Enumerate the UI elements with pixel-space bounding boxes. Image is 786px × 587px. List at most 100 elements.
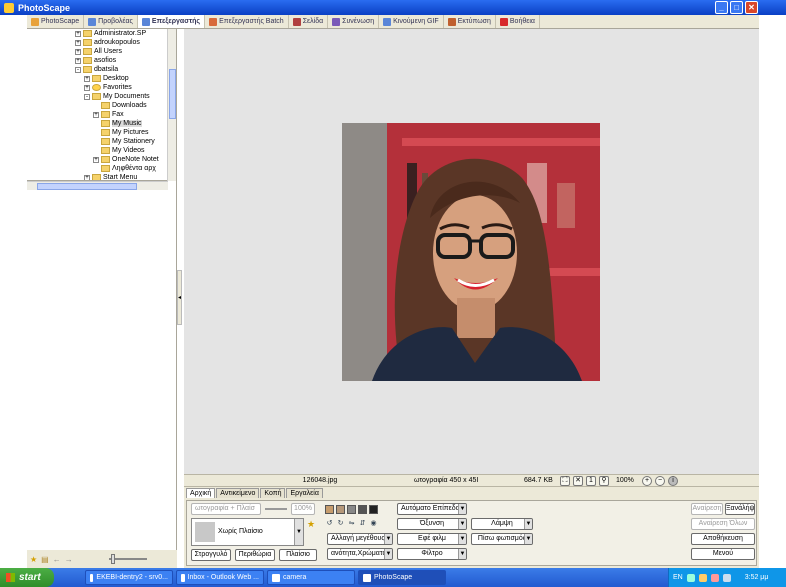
filter-dropdown[interactable]: Φίλτρο ▼ (397, 548, 467, 560)
red-eye-icon[interactable]: ◉ (369, 519, 378, 528)
antivirus-icon[interactable] (710, 573, 719, 582)
expand-icon[interactable]: + (93, 156, 99, 163)
swatch-gray-icon[interactable] (347, 505, 356, 514)
tab-photoscape[interactable]: PhotoScape (27, 15, 85, 28)
actual-size-icon[interactable]: 1 (586, 476, 596, 486)
language-indicator[interactable]: EN (673, 574, 683, 581)
tab-batch[interactable]: Επεξεργαστής Batch (205, 15, 289, 28)
tab-print[interactable]: Εκτύπωση (444, 15, 496, 28)
frame-selector[interactable]: Χωρίς Πλαίσιο ▼ (191, 518, 304, 546)
bloom-dropdown[interactable]: Λάμψη ▼ (471, 518, 533, 530)
undo-button[interactable]: Αναίρεση (691, 503, 723, 515)
auto-level-dropdown[interactable]: Αυτόματο Επίπεδο ▼ (397, 503, 467, 515)
security-icon[interactable] (698, 573, 707, 582)
taskbar-button[interactable]: Inbox - Outlook Web ... (176, 570, 264, 585)
forward-icon[interactable]: → (65, 555, 73, 564)
tree-item[interactable]: My Videos (27, 146, 177, 155)
backlight-dropdown[interactable]: Πίσω φωτισμός ▼ (471, 533, 533, 545)
tree-item[interactable]: + Favorites (27, 83, 177, 92)
swatch-brown-icon[interactable] (325, 505, 334, 514)
tree-item[interactable]: + All Users (27, 47, 177, 56)
frame-percent[interactable]: 100% (291, 503, 315, 515)
tab-editor[interactable]: Επεξεργαστής (137, 15, 206, 28)
brightness-color-dropdown[interactable]: ανότητα,Χρώματα ▼ (327, 548, 393, 560)
tab-viewer[interactable]: Προβολέας (84, 15, 138, 28)
tree-item[interactable]: + Administrator.SP (27, 29, 177, 38)
margin-button[interactable]: Περιθώρια (235, 549, 275, 561)
expand-icon[interactable]: ✕ (573, 476, 583, 486)
sharpen-dropdown[interactable]: Όξυνση ▼ (397, 518, 467, 530)
taskbar-button[interactable]: camera (267, 570, 355, 585)
network-icon[interactable] (686, 573, 695, 582)
save-button[interactable]: Αποθήκευση (691, 533, 755, 545)
flip-horizontal-icon[interactable]: ⇋ (347, 519, 356, 528)
minimize-button[interactable]: _ (715, 1, 728, 14)
resize-dropdown[interactable]: Αλλαγή μεγέθους ▼ (327, 533, 393, 545)
flip-vertical-icon[interactable]: ⇵ (358, 519, 367, 528)
scroll-thumb[interactable] (169, 69, 176, 119)
tab-gif[interactable]: Κινούμενη GIF (379, 15, 444, 28)
swatch-dark-icon[interactable] (358, 505, 367, 514)
expand-icon[interactable]: + (75, 57, 81, 64)
tab-help[interactable]: Βοήθεια (496, 15, 540, 28)
volume-icon[interactable] (722, 573, 731, 582)
expand-icon[interactable]: + (75, 48, 81, 55)
tree-item[interactable]: Downloads (27, 101, 177, 110)
slider-knob[interactable] (110, 554, 115, 564)
close-button[interactable]: ✕ (745, 1, 758, 14)
collapse-icon[interactable]: - (84, 93, 90, 100)
expand-icon[interactable]: + (93, 111, 99, 118)
folder-icon[interactable]: ▤ (41, 555, 49, 564)
tree-item[interactable]: + Desktop (27, 74, 177, 83)
frame-slider[interactable] (265, 508, 287, 510)
tree-item[interactable]: My Stationery (27, 137, 177, 146)
menu-button[interactable]: Μενού (691, 548, 755, 560)
editor-tab[interactable]: Εργαλεία (286, 488, 323, 498)
tree-item[interactable]: + Start Menu (27, 173, 177, 180)
scroll-thumb[interactable] (37, 183, 137, 190)
rotate-right-icon[interactable]: ↻ (336, 519, 345, 528)
film-effect-dropdown[interactable]: Εφέ φιλμ ▼ (397, 533, 467, 545)
taskbar-button[interactable]: PhotoScape (358, 570, 446, 585)
star-icon[interactable]: ★ (30, 555, 37, 564)
editor-tab[interactable]: Αντικείμενο (216, 488, 260, 498)
swatch-black-icon[interactable] (369, 505, 378, 514)
start-button[interactable]: start (0, 568, 54, 587)
tree-item[interactable]: + Fax (27, 110, 177, 119)
frame-button[interactable]: Πλαίσιο (279, 549, 317, 561)
panel-splitter[interactable]: ◂ (177, 270, 182, 325)
maximize-button[interactable]: □ (730, 1, 743, 14)
zoom-fit-icon[interactable]: ⚲ (599, 476, 609, 486)
zoom-in-icon[interactable]: + (642, 476, 652, 486)
tree-vertical-scrollbar[interactable] (167, 29, 176, 181)
expand-icon[interactable]: + (84, 75, 90, 82)
undo-all-button[interactable]: Αναίρεση Όλων (691, 518, 755, 530)
editor-tab[interactable]: Αρχική (186, 488, 216, 498)
tree-item[interactable]: My Pictures (27, 128, 177, 137)
thumbnail-size-slider[interactable] (108, 554, 147, 564)
info-icon[interactable]: i (668, 476, 678, 486)
round-button[interactable]: Στρογγυλό (191, 549, 231, 561)
tree-item[interactable]: - dbatsila (27, 65, 177, 74)
expand-icon[interactable]: + (75, 39, 81, 46)
tab-combine[interactable]: Συνένωση (328, 15, 380, 28)
expand-icon[interactable]: + (75, 30, 81, 37)
favorite-star-icon[interactable]: ★ (307, 519, 315, 530)
zoom-out-icon[interactable]: − (655, 476, 665, 486)
tree-horizontal-scrollbar[interactable] (27, 181, 168, 190)
tree-item[interactable]: My Music (27, 119, 177, 128)
tree-item[interactable]: + asofios (27, 56, 177, 65)
frame-type-combo[interactable]: ωτογραφία + Πλαίσ (191, 503, 261, 515)
tree-item[interactable]: Ληφθέντα αρχ (27, 164, 177, 173)
expand-icon[interactable]: + (84, 174, 90, 180)
swatch-tan-icon[interactable] (336, 505, 345, 514)
taskbar-button[interactable]: ΕΚΕΒΙ-dentry2 - srv0... (85, 570, 173, 585)
fit-icon[interactable]: ⛶ (560, 476, 570, 486)
redo-button[interactable]: Ξανάλήψ (725, 503, 755, 515)
editor-tab[interactable]: Κοπή (260, 488, 286, 498)
expand-icon[interactable]: + (84, 84, 90, 91)
rotate-left-icon[interactable]: ↺ (325, 519, 334, 528)
tab-page[interactable]: Σελίδα (289, 15, 329, 28)
collapse-icon[interactable]: - (75, 66, 81, 73)
back-icon[interactable]: ← (53, 555, 61, 564)
